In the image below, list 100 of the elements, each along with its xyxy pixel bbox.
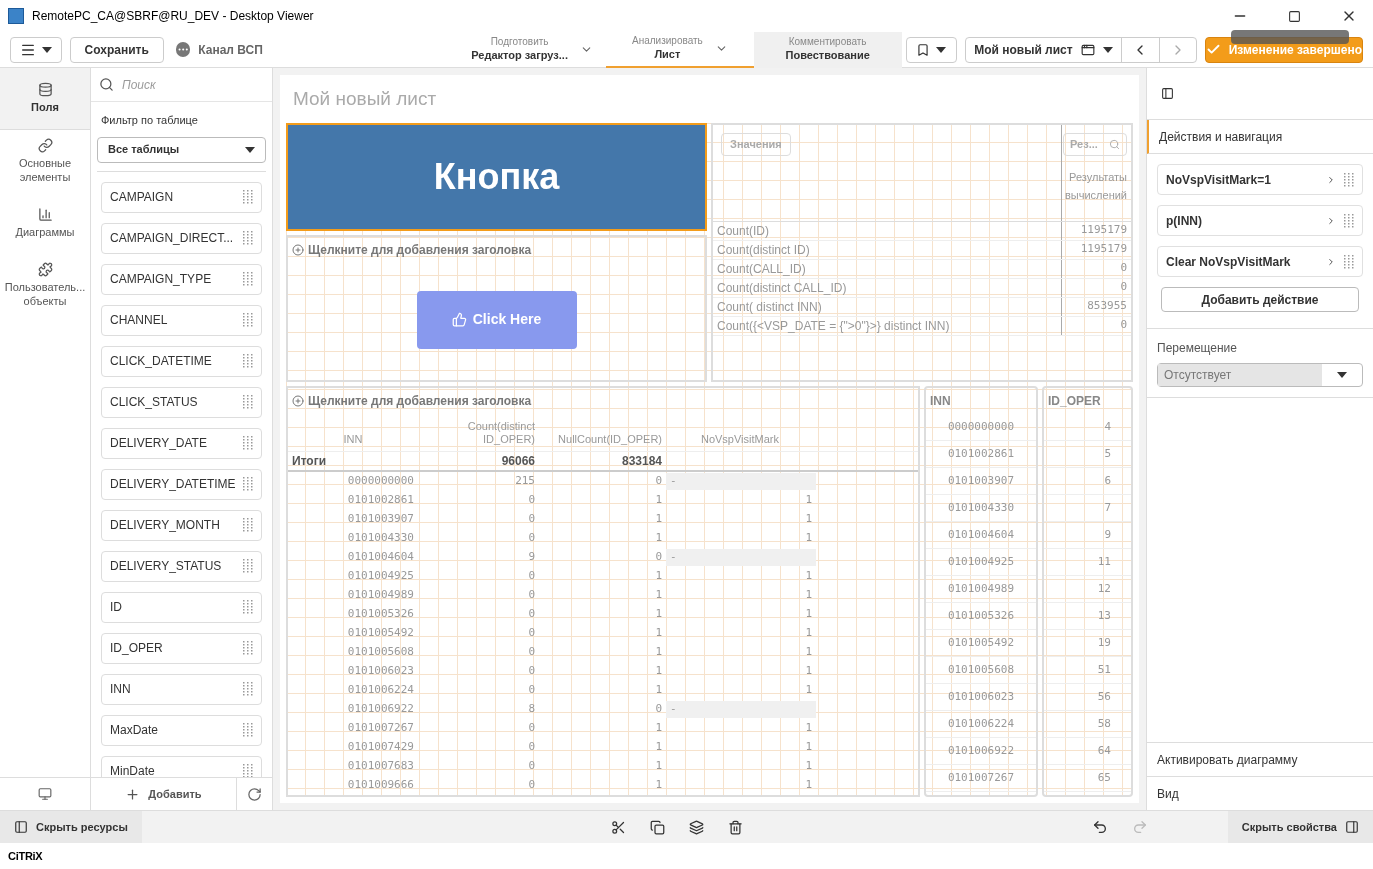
mode-tab[interactable]: Подготовить Редактор загруз... <box>458 31 606 68</box>
add-title-placeholder[interactable]: Щелкните для добавления заголовка <box>308 392 532 410</box>
list-item[interactable]: 51 <box>1044 657 1131 684</box>
section-header[interactable]: Действия и навигация <box>1147 120 1373 154</box>
list-item[interactable]: 6 <box>1044 468 1131 495</box>
master-items-icon[interactable] <box>38 787 52 801</box>
drag-handle-icon[interactable] <box>243 682 253 696</box>
list-item[interactable]: 0101007267 <box>926 765 1036 792</box>
field-item[interactable]: MinDate <box>101 755 262 777</box>
hide-properties-button[interactable]: Скрыть свойства <box>1227 811 1373 843</box>
list-item[interactable]: 13 <box>1044 603 1131 630</box>
list-item[interactable]: 0101006922 <box>926 738 1036 765</box>
list-item[interactable]: 65 <box>1044 765 1131 792</box>
drag-handle-icon[interactable] <box>243 559 253 573</box>
list-item[interactable]: 0101005608 <box>926 657 1036 684</box>
field-item[interactable]: ID <box>101 591 262 623</box>
list-item[interactable]: 19 <box>1044 630 1131 657</box>
action-item[interactable]: Clear NoVspVisitMark <box>1157 246 1363 277</box>
drag-handle-icon[interactable] <box>243 272 253 286</box>
nav-tab[interactable]: Поля <box>0 68 90 130</box>
field-item[interactable]: DELIVERY_DATETIME <box>101 468 262 500</box>
drag-handle-icon[interactable] <box>243 641 253 655</box>
drag-handle-icon[interactable] <box>1344 172 1354 187</box>
drag-handle-icon[interactable] <box>243 764 253 777</box>
drag-handle-icon[interactable] <box>243 477 253 491</box>
field-item[interactable]: CAMPAIGN_TYPE <box>101 263 262 295</box>
cut-icon[interactable] <box>610 819 626 835</box>
drag-handle-icon[interactable] <box>243 518 253 532</box>
list-item[interactable]: 0101003907 <box>926 468 1036 495</box>
nav-tab[interactable]: Основные элементы <box>0 130 90 192</box>
list-item[interactable]: 11 <box>1044 549 1131 576</box>
drag-handle-icon[interactable] <box>243 190 253 204</box>
results-search-field[interactable]: Рез... <box>1063 133 1127 156</box>
field-item[interactable]: DELIVERY_STATUS <box>101 550 262 582</box>
action-item[interactable]: NoVspVisitMark=1 <box>1157 164 1363 195</box>
field-item[interactable]: CHANNEL <box>101 304 262 336</box>
mode-tab[interactable]: Комментировать Повествование <box>753 31 902 68</box>
section-header[interactable]: Вид <box>1147 777 1373 810</box>
list-item[interactable]: 0101004330 <box>926 495 1036 522</box>
action-item[interactable]: p(INN) <box>1157 205 1363 236</box>
search-field[interactable]: Поиск <box>122 75 242 94</box>
section-header[interactable]: Активировать диаграмму <box>1147 743 1373 777</box>
field-item[interactable]: CLICK_DATETIME <box>101 345 262 377</box>
values-tab[interactable]: Значения <box>721 133 791 156</box>
list-item[interactable]: 5 <box>1044 441 1131 468</box>
drag-handle-icon[interactable] <box>243 231 253 245</box>
navigation-dropdown[interactable]: Отсутствует <box>1157 363 1363 387</box>
list-item[interactable]: 4 <box>1044 414 1131 441</box>
list-item[interactable]: 0101004989 <box>926 576 1036 603</box>
list-item[interactable]: 0101006224 <box>926 711 1036 738</box>
list-item[interactable]: 0101004925 <box>926 549 1036 576</box>
list-item[interactable]: 0101002861 <box>926 441 1036 468</box>
add-title-placeholder[interactable]: Щелкните для добавления заголовка <box>308 241 532 259</box>
drag-handle-icon[interactable] <box>243 395 253 409</box>
field-item[interactable]: ID_OPER <box>101 632 262 664</box>
field-item[interactable]: DELIVERY_MONTH <box>101 509 262 541</box>
drag-handle-icon[interactable] <box>1344 254 1354 269</box>
nav-tab[interactable]: Диаграммы <box>0 192 90 254</box>
hide-assets-button[interactable]: Скрыть ресурсы <box>0 811 142 843</box>
field-item[interactable]: DELIVERY_DATE <box>101 427 262 459</box>
list-item[interactable]: 56 <box>1044 684 1131 711</box>
field-item[interactable]: CAMPAIGN_DIRECT... <box>101 222 262 254</box>
maximize-icon[interactable] <box>1288 9 1301 23</box>
column-header[interactable]: INN <box>288 433 418 447</box>
delete-icon[interactable] <box>727 819 743 835</box>
button-object[interactable]: Кнопка <box>286 123 707 231</box>
menu-button[interactable] <box>10 36 62 63</box>
field-item[interactable]: CAMPAIGN <box>101 181 262 213</box>
redo-icon[interactable] <box>1131 819 1148 835</box>
list-item[interactable]: 9 <box>1044 522 1131 549</box>
field-item[interactable]: CLICK_STATUS <box>101 386 262 418</box>
list-item[interactable]: 64 <box>1044 738 1131 765</box>
list-item[interactable]: 0000000000 <box>926 414 1036 441</box>
table-filter-dropdown[interactable]: Все таблицы <box>97 136 266 163</box>
drag-handle-icon[interactable] <box>243 723 253 737</box>
drag-handle-icon[interactable] <box>243 313 253 327</box>
paste-icon[interactable] <box>688 819 704 835</box>
bookmark-button[interactable] <box>905 36 958 63</box>
add-action-button[interactable]: Добавить действие <box>1161 287 1359 312</box>
column-header[interactable]: NoVspVisitMark <box>662 433 818 447</box>
click-here-button[interactable]: Click Here <box>416 290 577 349</box>
list-item[interactable]: 12 <box>1044 576 1131 603</box>
drag-handle-icon[interactable] <box>1344 213 1354 228</box>
list-item[interactable]: 7 <box>1044 495 1131 522</box>
list-item[interactable]: 0101005492 <box>926 630 1036 657</box>
undo-icon[interactable] <box>1091 819 1108 835</box>
list-item[interactable]: 0101005326 <box>926 603 1036 630</box>
drag-handle-icon[interactable] <box>243 354 253 368</box>
add-button[interactable]: Добавить <box>91 785 236 803</box>
list-item[interactable]: 0101004604 <box>926 522 1036 549</box>
list-item[interactable]: 58 <box>1044 711 1131 738</box>
list-item[interactable]: 0101006023 <box>926 684 1036 711</box>
drag-handle-icon[interactable] <box>243 600 253 614</box>
field-item[interactable]: MaxDate <box>101 714 262 746</box>
drag-handle-icon[interactable] <box>243 436 253 450</box>
copy-icon[interactable] <box>649 819 665 835</box>
drag-toolbar[interactable] <box>1231 30 1349 44</box>
nav-tab[interactable]: Пользователь... объекты <box>0 254 90 316</box>
save-button[interactable]: Сохранить <box>69 36 164 63</box>
field-item[interactable]: INN <box>101 673 262 705</box>
